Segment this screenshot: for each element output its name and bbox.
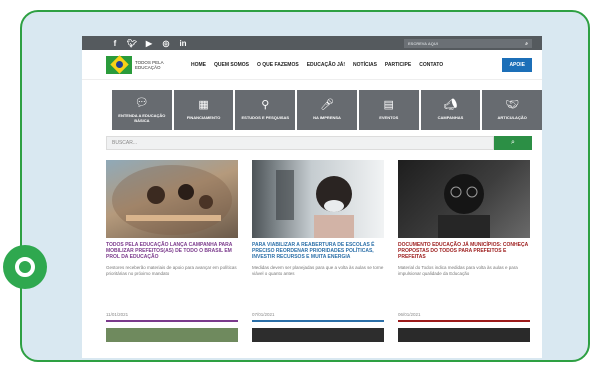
nav-noticias[interactable]: NOTÍCIAS bbox=[353, 62, 377, 68]
news-desc: Medidas devem ser planejadas para que a … bbox=[252, 265, 384, 276]
twitter-icon[interactable]: 🐦︎ bbox=[127, 39, 137, 48]
date-row: 11/01/2021 07/01/2021 06/01/2021 bbox=[106, 312, 542, 322]
news-card[interactable]: TODOS PELA EDUCAÇÃO LANÇA CAMPANHA PARA … bbox=[106, 160, 238, 276]
grid-icon: ▦ bbox=[198, 99, 209, 111]
next-images bbox=[106, 328, 542, 342]
news-date: 06/01/2021 bbox=[398, 312, 530, 322]
search-button[interactable]: ⌕ bbox=[494, 136, 532, 150]
logo[interactable]: TODOS PELA EDUCAÇÃO bbox=[106, 55, 169, 74]
nav-educacao-ja[interactable]: EDUCAÇÃO JÁ! bbox=[307, 62, 345, 68]
tile-educacao-basica[interactable]: 💬︎ ENTENDA A EDUCAÇÃO BÁSICA bbox=[112, 90, 172, 130]
facebook-icon[interactable]: f bbox=[110, 39, 120, 48]
top-bar: f 🐦︎ ▶ ◎ in ESCREVA AQUI ⌕ bbox=[82, 36, 542, 50]
megaphone-icon: 📣︎ bbox=[443, 99, 458, 111]
category-tiles: 💬︎ ENTENDA A EDUCAÇÃO BÁSICA ▦ FINANCIAM… bbox=[112, 90, 542, 130]
news-image-mask-child[interactable] bbox=[252, 160, 384, 238]
nav-o-que-fazemos[interactable]: O QUE FAZEMOS bbox=[257, 62, 299, 68]
news-image-portrait[interactable] bbox=[398, 160, 530, 238]
chat-icon: 💬︎ bbox=[134, 96, 149, 109]
nav-home[interactable]: HOME bbox=[191, 62, 206, 68]
next-image[interactable] bbox=[106, 328, 238, 342]
tile-campanhas[interactable]: 📣︎ CAMPANHAS bbox=[420, 90, 481, 130]
tile-estudos[interactable]: ⚲ ESTUDOS E PESQUISAS bbox=[235, 90, 296, 130]
news-title[interactable]: DOCUMENTO EDUCAÇÃO JÁ MUNICÍPIOS: CONHEÇ… bbox=[398, 242, 530, 260]
news-image-classroom[interactable] bbox=[106, 160, 238, 238]
tile-articulacao[interactable]: 🤝︎ ARTICULAÇÃO bbox=[482, 90, 542, 130]
top-search-input[interactable]: ESCREVA AQUI ⌕ bbox=[404, 38, 532, 48]
tile-imprensa[interactable]: 🎤︎ NA IMPRENSA bbox=[297, 90, 357, 130]
news-date: 07/01/2021 bbox=[252, 312, 384, 322]
apoie-button[interactable]: APOIE bbox=[502, 57, 532, 72]
news-cards: TODOS PELA EDUCAÇÃO LANÇA CAMPANHA PARA … bbox=[106, 160, 542, 276]
logo-text: TODOS PELA EDUCAÇÃO bbox=[135, 59, 164, 70]
microphone-icon: 🎤︎ bbox=[320, 99, 334, 111]
search-row: BUSCAR... ⌕ bbox=[106, 136, 532, 150]
news-desc: Gestores receberão materiais de apoio pa… bbox=[106, 265, 237, 276]
news-desc: Material do Todos indica medidas para vo… bbox=[398, 265, 518, 276]
search-icon: ⌕ bbox=[511, 139, 515, 146]
website-screenshot: f 🐦︎ ▶ ◎ in ESCREVA AQUI ⌕ TODOS PELA ED… bbox=[82, 36, 542, 358]
news-date: 11/01/2021 bbox=[106, 312, 238, 322]
search-icon[interactable]: ⌕ bbox=[525, 41, 528, 47]
linkedin-icon[interactable]: in bbox=[178, 39, 188, 48]
youtube-icon[interactable]: ▶ bbox=[144, 39, 154, 48]
next-image[interactable] bbox=[252, 328, 384, 342]
tile-financiamento[interactable]: ▦ FINANCIAMENTO bbox=[173, 90, 234, 130]
magnifier-icon: ⚲ bbox=[261, 99, 270, 111]
nav-contato[interactable]: CONTATO bbox=[419, 62, 443, 68]
calendar-icon: ▤ bbox=[383, 99, 394, 111]
brazil-flag-icon bbox=[106, 55, 132, 74]
news-title[interactable]: PARA VIABILIZAR A REABERTURA DE ESCOLAS … bbox=[252, 242, 384, 260]
news-card[interactable]: DOCUMENTO EDUCAÇÃO JÁ MUNICÍPIOS: CONHEÇ… bbox=[398, 160, 530, 276]
top-search-placeholder: ESCREVA AQUI bbox=[408, 40, 438, 46]
bullet-icon bbox=[3, 245, 47, 289]
tile-eventos[interactable]: ▤ EVENTOS bbox=[358, 90, 419, 130]
main-nav: TODOS PELA EDUCAÇÃO HOME QUEM SOMOS O QU… bbox=[82, 50, 542, 80]
handshake-icon: 🤝︎ bbox=[505, 99, 520, 111]
instagram-icon[interactable]: ◎ bbox=[161, 39, 171, 48]
news-title[interactable]: TODOS PELA EDUCAÇÃO LANÇA CAMPANHA PARA … bbox=[106, 242, 238, 260]
nav-participe[interactable]: PARTICIPE bbox=[385, 62, 411, 68]
search-input[interactable]: BUSCAR... bbox=[106, 136, 494, 150]
news-card[interactable]: PARA VIABILIZAR A REABERTURA DE ESCOLAS … bbox=[252, 160, 384, 276]
next-image[interactable] bbox=[398, 328, 530, 342]
nav-quem-somos[interactable]: QUEM SOMOS bbox=[214, 62, 249, 68]
